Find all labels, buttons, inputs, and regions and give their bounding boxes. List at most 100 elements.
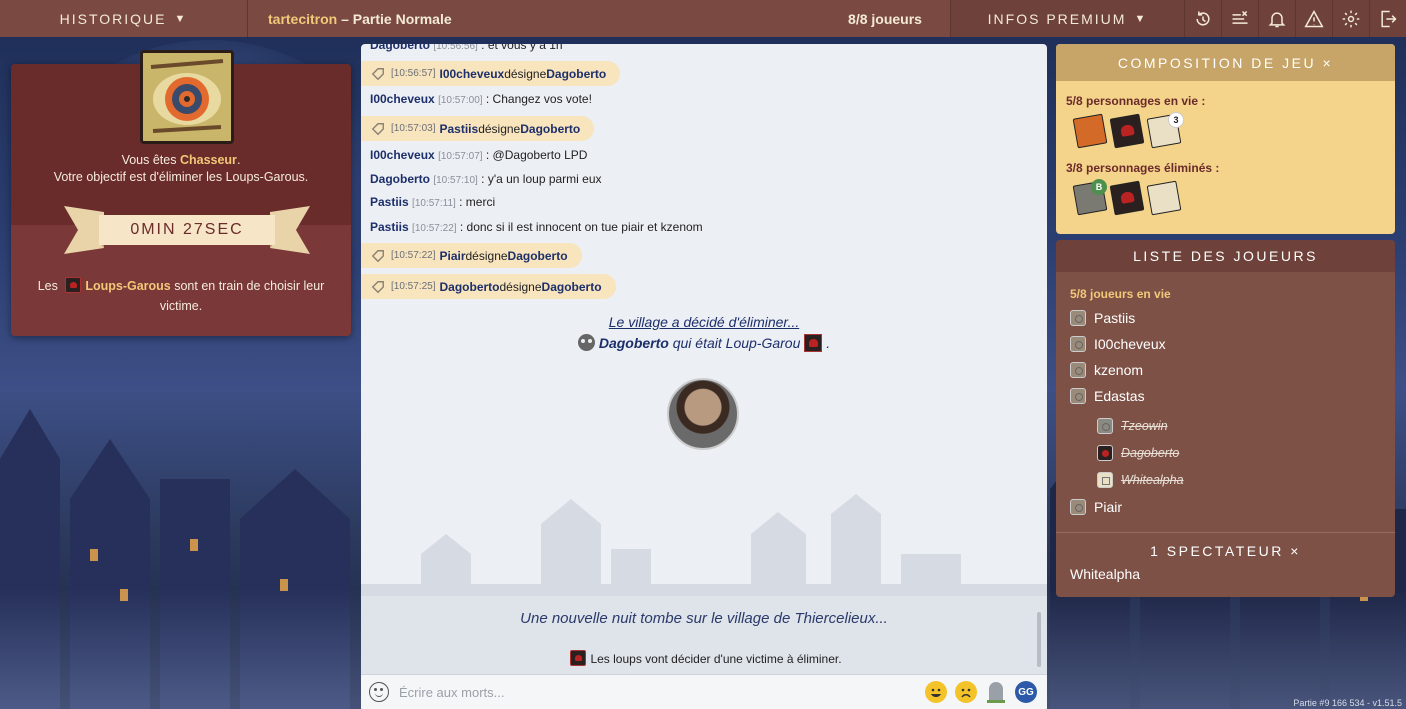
- bell-icon: [1268, 11, 1286, 27]
- chat-input-bar: GG: [361, 674, 1047, 709]
- eliminated-player-avatar[interactable]: [667, 378, 739, 450]
- timer-ribbon: 0MIN 27SEC: [64, 206, 310, 254]
- player-row[interactable]: Edastas: [1070, 388, 1145, 404]
- divider: [1056, 532, 1395, 533]
- hunter-role-card[interactable]: [140, 50, 234, 144]
- phase-status: Les Loups-Garous sont en train de choisi…: [29, 276, 333, 316]
- exit-icon: [1381, 10, 1397, 27]
- villager-count-badge: 3: [1168, 112, 1184, 128]
- vote-target: Dagoberto: [507, 248, 568, 263]
- message-timestamp: [10:57:00]: [438, 95, 483, 106]
- vote-timestamp: [10:56:57]: [391, 68, 436, 79]
- chat-message: Pastiis [10:57:22] : donc si il est inno…: [370, 220, 703, 234]
- chat-message: Pastiis [10:57:11] : merci: [370, 195, 495, 209]
- eliminated-player-line: Dagoberto qui était Loup-Garou .: [361, 334, 1047, 352]
- chat-message: I00cheveux [10:57:07] : @Dagoberto LPD: [370, 148, 587, 162]
- happy-emoji-button[interactable]: [925, 681, 947, 703]
- vote-target: Dagoberto: [520, 121, 581, 136]
- message-timestamp: [10:56:56]: [433, 44, 478, 52]
- message-author: I00cheveux: [370, 148, 435, 162]
- host-name: tartecitron: [268, 10, 338, 27]
- gg-emoji-button[interactable]: GG: [1015, 681, 1037, 703]
- tag-icon: [371, 122, 384, 135]
- vote-verb: désigne: [478, 121, 521, 136]
- history-label: HISTORIQUE: [59, 10, 167, 27]
- report-button[interactable]: [1295, 0, 1332, 37]
- filter-messages-button[interactable]: [1221, 0, 1258, 37]
- chat-messages[interactable]: Dagoberto [10:56:56] : et vous y a 1h [1…: [361, 44, 1047, 664]
- voter: I00cheveux: [439, 66, 505, 81]
- player-row[interactable]: kzenom: [1070, 362, 1143, 378]
- message-author: I00cheveux: [370, 92, 435, 106]
- player-name: Edastas: [1094, 388, 1145, 404]
- message-author: Dagoberto: [370, 44, 430, 52]
- hunter-card[interactable]: [1072, 113, 1108, 149]
- elimination-announcement: Le village a décidé d'éliminer... Dagobe…: [361, 314, 1047, 352]
- player-row[interactable]: Pastiis: [1070, 310, 1135, 326]
- composition-title[interactable]: COMPOSITION DE JEU ×: [1056, 44, 1395, 81]
- tombstone-icon: [987, 682, 1005, 703]
- player-name: I00cheveux: [1094, 336, 1166, 352]
- settings-button[interactable]: [1332, 0, 1369, 37]
- gear-icon: [1342, 10, 1360, 27]
- vote-timestamp: [10:57:25]: [391, 281, 436, 292]
- dead-player-row[interactable]: Whitealpha: [1097, 472, 1184, 488]
- player-row[interactable]: I00cheveux: [1070, 336, 1166, 352]
- role-objective: Votre objectif est d'éliminer les Loups-…: [53, 170, 309, 184]
- status-prefix: Les: [37, 279, 62, 293]
- message-text: : Changez vos vote!: [482, 92, 592, 106]
- dead-player-row[interactable]: Tzeowin: [1097, 418, 1168, 434]
- game-mode: – Partie Normale: [337, 10, 452, 27]
- toolbar-icons: [1184, 0, 1406, 37]
- voter: Pastiis: [439, 121, 479, 136]
- notifications-button[interactable]: [1258, 0, 1295, 37]
- hunter-icon: [143, 53, 231, 141]
- eliminated-name: Dagoberto: [598, 335, 669, 351]
- warning-icon: [1304, 9, 1324, 27]
- vote-event: [10:57:03] Pastiis désigne Dagoberto: [361, 116, 595, 141]
- chat-panel: Dagoberto [10:56:56] : et vous y a 1h [1…: [361, 44, 1047, 709]
- emoji-picker-icon[interactable]: [369, 682, 389, 702]
- role-name: Chasseur: [179, 153, 237, 167]
- sad-emoji-button[interactable]: [955, 681, 977, 703]
- players-count: 8/8 joueurs: [848, 10, 922, 27]
- premium-label: INFOS PREMIUM: [987, 10, 1127, 27]
- premium-info-menu-button[interactable]: INFOS PREMIUM ▼: [950, 0, 1184, 37]
- chat-input[interactable]: [399, 679, 925, 705]
- player-avatar-icon: [1070, 499, 1086, 515]
- you-are-prefix: Vous êtes: [121, 153, 180, 167]
- chat-scrollbar[interactable]: [1037, 612, 1041, 667]
- message-author: Dagoberto: [370, 172, 430, 186]
- player-avatar-icon: [1070, 310, 1086, 326]
- witch-role-icon: [1097, 418, 1113, 434]
- vote-event: [10:57:25] Dagoberto désigne Dagoberto: [361, 274, 616, 299]
- game-title: tartecitron – Partie Normale: [248, 11, 820, 27]
- player-row[interactable]: Piair: [1070, 499, 1122, 515]
- top-bar: HISTORIQUE ▼ tartecitron – Partie Normal…: [0, 0, 1406, 37]
- tag-icon: [371, 280, 384, 293]
- history-menu-button[interactable]: HISTORIQUE ▼: [0, 0, 248, 37]
- player-name: Dagoberto: [1121, 446, 1180, 460]
- werewolf-card[interactable]: [1109, 180, 1145, 216]
- countdown-timer: 0MIN 27SEC: [99, 215, 275, 245]
- werewolf-card[interactable]: [1109, 113, 1145, 149]
- spectators-title[interactable]: 1 SPECTATEUR ×: [1056, 543, 1395, 559]
- skull-icon: [577, 334, 595, 351]
- message-author: Pastiis: [370, 220, 409, 234]
- you-are-suffix: .: [236, 153, 241, 167]
- dead-player-row[interactable]: Dagoberto: [1097, 445, 1179, 461]
- werewolf-icon: [570, 650, 587, 666]
- chevron-down-icon: ▼: [174, 12, 188, 25]
- game-composition-panel: COMPOSITION DE JEU × 5/8 personnages en …: [1056, 44, 1395, 234]
- refresh-button[interactable]: [1184, 0, 1221, 37]
- sad-face-icon: [956, 682, 976, 702]
- vote-timestamp: [10:57:03]: [391, 123, 436, 134]
- werewolf-card-icon: [804, 334, 823, 352]
- message-timestamp: [10:57:07]: [438, 151, 483, 162]
- decision-title: Le village a décidé d'éliminer...: [608, 314, 800, 330]
- wolves-announcement: Les loups vont décider d'une victime à é…: [361, 650, 1047, 666]
- villager-card[interactable]: [1146, 180, 1182, 216]
- leave-game-button[interactable]: [1369, 0, 1406, 37]
- message-text: : donc si il est innocent on tue piair e…: [456, 220, 703, 234]
- rip-emoji-button[interactable]: [985, 681, 1007, 703]
